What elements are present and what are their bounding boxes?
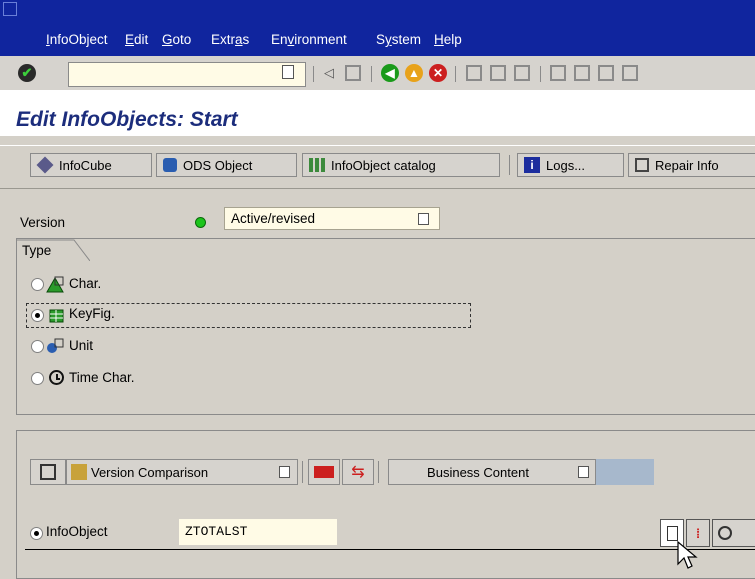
separator <box>509 155 510 175</box>
version-label: Version <box>20 215 66 230</box>
menu-extras[interactable]: Extras <box>211 32 249 47</box>
change-icon: ⁞ <box>695 525 701 541</box>
separator <box>455 66 456 82</box>
keyfig-radio[interactable] <box>31 309 44 322</box>
copy-button[interactable] <box>712 519 755 547</box>
characteristic-icon-shape <box>46 276 64 293</box>
separator <box>540 66 541 82</box>
clock-icon <box>49 370 64 385</box>
separator <box>302 461 303 483</box>
ods-object-label: ODS Object <box>183 157 253 173</box>
create-icon <box>666 525 678 541</box>
logs-button[interactable]: i Logs... <box>517 153 624 177</box>
command-history-icon[interactable] <box>282 65 294 79</box>
status-light-icon <box>195 217 206 228</box>
dropdown-icon[interactable] <box>578 466 589 478</box>
repair-icon <box>635 158 649 172</box>
char-radio[interactable] <box>31 278 44 291</box>
separator <box>371 66 372 82</box>
business-content-label: Business Content <box>427 464 529 480</box>
separator <box>378 461 379 483</box>
save-icon[interactable] <box>345 65 361 81</box>
transfer-icon: ⇆ <box>351 464 365 481</box>
hierarchy-button[interactable] <box>30 459 66 485</box>
char-label: Char. <box>69 276 102 291</box>
infoobject-section <box>16 430 755 579</box>
infoobject-catalog-label: InfoObject catalog <box>331 157 436 173</box>
clock-hand <box>56 378 60 380</box>
toolbar-filler <box>596 459 654 485</box>
menu-goto[interactable]: Goto <box>162 32 191 47</box>
back-icon[interactable]: ◀ <box>381 64 399 82</box>
version-comparison-button[interactable]: Version Comparison <box>66 459 298 485</box>
type-group-tab: Type <box>16 239 90 261</box>
last-page-icon[interactable] <box>622 65 638 81</box>
info-icon: i <box>524 157 540 173</box>
find-next-icon[interactable] <box>514 65 530 81</box>
repair-label: Repair Info <box>655 157 719 173</box>
divider <box>25 549 755 550</box>
first-page-icon[interactable] <box>550 65 566 81</box>
infoobject-field[interactable]: ZTOTALST <box>179 519 337 545</box>
separator <box>313 66 314 82</box>
enter-icon[interactable]: ✔ <box>18 64 36 82</box>
next-page-icon[interactable] <box>598 65 614 81</box>
hierarchy-icon <box>40 464 56 480</box>
ods-object-button[interactable]: ODS Object <box>156 153 297 177</box>
business-content-button[interactable]: Business Content <box>388 459 596 485</box>
dropdown-icon[interactable] <box>418 213 429 225</box>
find-icon[interactable] <box>490 65 506 81</box>
infocube-label: InfoCube <box>59 157 112 173</box>
infocube-button[interactable]: InfoCube <box>30 153 152 177</box>
unit-radio[interactable] <box>31 340 44 353</box>
type-group-title: Type <box>22 243 52 258</box>
characteristic-icon <box>46 275 64 293</box>
keyfig-label: KeyFig. <box>69 306 115 321</box>
unit-icon-shape <box>47 338 64 353</box>
version-comparison-label: Version Comparison <box>91 464 209 480</box>
menu-environment[interactable]: Environment <box>271 32 347 47</box>
time-char-radio[interactable] <box>31 372 44 385</box>
transfer-button[interactable]: ⇆ <box>342 459 374 485</box>
print-icon[interactable] <box>466 65 482 81</box>
infoobject-radio[interactable] <box>30 527 43 540</box>
menu-infoobject[interactable]: InfoObject <box>46 32 108 47</box>
transport-button[interactable] <box>308 459 340 485</box>
menu-bar: InfoObject Edit Goto Extras Environment … <box>0 0 755 56</box>
system-menu-icon[interactable] <box>3 2 17 16</box>
time-char-label: Time Char. <box>69 370 135 385</box>
version-dropdown[interactable]: Active/revised <box>224 207 440 230</box>
menu-edit[interactable]: Edit <box>125 32 148 47</box>
copy-icon <box>718 526 732 540</box>
repair-button[interactable]: Repair Info <box>628 153 755 177</box>
infoobject-value: ZTOTALST <box>185 524 248 539</box>
cancel-icon[interactable]: ✕ <box>429 64 447 82</box>
key-figure-icon-shape <box>49 309 64 323</box>
version-value: Active/revised <box>231 211 316 226</box>
logs-label: Logs... <box>546 157 586 173</box>
exit-icon[interactable]: ▲ <box>405 64 423 82</box>
unit-icon <box>46 337 64 355</box>
infoobject-catalog-button[interactable]: InfoObject catalog <box>302 153 500 177</box>
unit-label: Unit <box>69 338 94 353</box>
command-field[interactable] <box>68 62 306 87</box>
key-figure-icon <box>46 306 64 324</box>
infocube-icon <box>36 156 54 174</box>
version-comparison-icon <box>71 464 87 480</box>
mouse-cursor-icon <box>677 541 698 569</box>
menu-system[interactable]: System <box>376 32 421 47</box>
back-arrow-icon[interactable]: ◁ <box>322 64 336 82</box>
catalog-icon <box>309 158 325 172</box>
previous-page-icon[interactable] <box>574 65 590 81</box>
menu-help[interactable]: Help <box>434 32 462 47</box>
transport-icon <box>314 466 334 478</box>
infoobject-label: InfoObject <box>46 524 108 539</box>
page-title: Edit InfoObjects: Start <box>16 108 238 131</box>
ods-object-icon <box>163 158 177 172</box>
dropdown-icon[interactable] <box>279 466 290 478</box>
